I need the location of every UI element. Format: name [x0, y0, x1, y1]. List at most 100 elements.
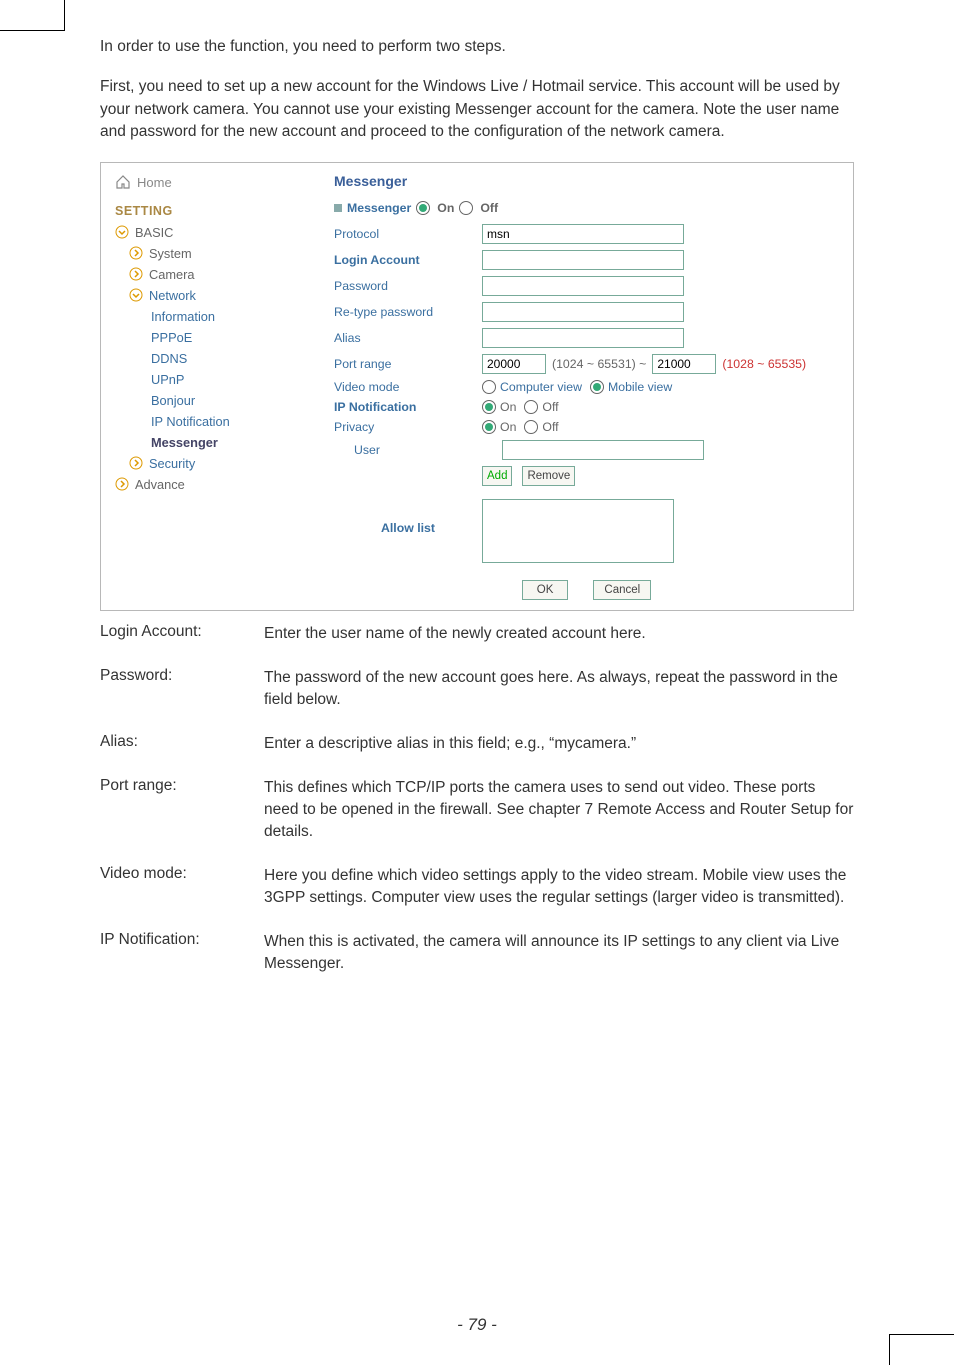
- home-label: Home: [137, 175, 172, 190]
- square-bullet-icon: [334, 204, 342, 212]
- nav-messenger-label: Messenger: [151, 435, 218, 450]
- chevron-down-icon: [115, 225, 129, 239]
- def-alias-key: Alias:: [100, 733, 264, 755]
- chevron-right-icon: [129, 456, 143, 470]
- nav-advance-label: Advance: [135, 477, 185, 492]
- chevron-down-icon: [129, 288, 143, 302]
- def-port-val: This defines which TCP/IP ports the came…: [264, 777, 854, 843]
- remove-button[interactable]: Remove: [522, 466, 575, 486]
- def-password-key: Password:: [100, 667, 264, 711]
- nav-ipnotif-label: IP Notification: [151, 414, 230, 429]
- messenger-off-radio[interactable]: [459, 201, 473, 215]
- chevron-right-icon: [129, 267, 143, 281]
- intro-p1: In order to use the function, you need t…: [100, 36, 854, 58]
- privacy-off-radio[interactable]: [524, 420, 538, 434]
- privacy-on-radio[interactable]: [482, 420, 496, 434]
- nav-bonjour[interactable]: Bonjour: [101, 390, 326, 411]
- off-label: Off: [480, 201, 498, 215]
- def-port-key: Port range:: [100, 777, 264, 843]
- nav-camera[interactable]: Camera: [101, 264, 326, 285]
- password-label: Password: [334, 279, 482, 293]
- retype-input[interactable]: [482, 302, 684, 322]
- privacy-off-label: Off: [540, 420, 558, 434]
- protocol-label: Protocol: [334, 227, 482, 241]
- nav-pppoe[interactable]: PPPoE: [101, 327, 326, 348]
- privacy-label: Privacy: [334, 420, 482, 434]
- nav-security[interactable]: Security: [101, 453, 326, 474]
- nav-system[interactable]: System: [101, 243, 326, 264]
- nav-ddns[interactable]: DDNS: [101, 348, 326, 369]
- ip-notification-label: IP Notification: [334, 400, 482, 414]
- page-number: - 79 -: [0, 1315, 954, 1335]
- add-button[interactable]: Add: [482, 466, 512, 486]
- password-input[interactable]: [482, 276, 684, 296]
- nav-information-label: Information: [151, 309, 215, 324]
- nav-ipnotif[interactable]: IP Notification: [101, 411, 326, 432]
- chevron-right-icon: [129, 246, 143, 260]
- crop-mark-tl: [0, 0, 65, 31]
- port-end-input[interactable]: [652, 354, 716, 374]
- nav-security-label: Security: [149, 456, 195, 471]
- allow-list-box[interactable]: [482, 499, 674, 563]
- video-mode-label: Video mode: [334, 380, 482, 394]
- nav-pppoe-label: PPPoE: [151, 330, 192, 345]
- nav-network[interactable]: Network: [101, 285, 326, 306]
- form-panel: Messenger Messenger On Off Protocol Logi…: [326, 163, 853, 610]
- nav-upnp-label: UPnP: [151, 372, 184, 387]
- def-video-key: Video mode:: [100, 865, 264, 909]
- ipnotif-off-radio[interactable]: [524, 400, 538, 414]
- nav-system-label: System: [149, 246, 192, 261]
- chevron-right-icon: [115, 477, 129, 491]
- nav-ddns-label: DDNS: [151, 351, 187, 366]
- retype-label: Re-type password: [334, 305, 482, 319]
- port-range-suffix: (1028 ~ 65535): [716, 357, 806, 371]
- nav-network-label: Network: [149, 288, 196, 303]
- form-title: Messenger: [334, 173, 839, 199]
- cancel-button[interactable]: Cancel: [593, 580, 651, 600]
- allow-list-label: Allow list: [334, 499, 482, 535]
- ok-button[interactable]: OK: [522, 580, 569, 600]
- messenger-on-radio[interactable]: [416, 201, 430, 215]
- login-account-label: Login Account: [334, 253, 482, 267]
- home-link[interactable]: Home: [101, 175, 326, 204]
- setting-heading: SETTING: [101, 204, 326, 222]
- def-alias-val: Enter a descriptive alias in this field;…: [264, 733, 854, 755]
- video-computer-radio[interactable]: [482, 380, 496, 394]
- protocol-input[interactable]: [482, 224, 684, 244]
- video-mobile-label: Mobile view: [606, 380, 672, 394]
- def-ipn-key: IP Notification:: [100, 931, 264, 975]
- user-label: User: [334, 443, 502, 457]
- privacy-on-label: On: [498, 420, 524, 434]
- video-computer-label: Computer view: [498, 380, 590, 394]
- nav-basic-label: BASIC: [135, 225, 173, 240]
- nav-advance[interactable]: Advance: [101, 474, 326, 495]
- ipnotif-on-radio[interactable]: [482, 400, 496, 414]
- port-start-input[interactable]: [482, 354, 546, 374]
- home-icon: [115, 175, 131, 189]
- user-input[interactable]: [502, 440, 704, 460]
- definitions: Login Account: Enter the user name of th…: [100, 623, 854, 975]
- port-range-middle: (1024 ~ 65531) ~: [546, 357, 652, 371]
- nav-messenger[interactable]: Messenger: [101, 432, 326, 453]
- nav-upnp[interactable]: UPnP: [101, 369, 326, 390]
- intro-block: In order to use the function, you need t…: [100, 36, 854, 144]
- crop-mark-br: [889, 1334, 954, 1365]
- def-video-val: Here you define which video settings app…: [264, 865, 854, 909]
- def-login-val: Enter the user name of the newly created…: [264, 623, 854, 645]
- video-mobile-radio[interactable]: [590, 380, 604, 394]
- ipnotif-on-label: On: [498, 400, 524, 414]
- section-header: Messenger On Off: [334, 199, 839, 221]
- alias-input[interactable]: [482, 328, 684, 348]
- intro-p2: First, you need to set up a new account …: [100, 76, 854, 143]
- port-range-label: Port range: [334, 357, 482, 371]
- nav-bonjour-label: Bonjour: [151, 393, 195, 408]
- def-ipn-val: When this is activated, the camera will …: [264, 931, 854, 975]
- ipnotif-off-label: Off: [540, 400, 558, 414]
- nav-camera-label: Camera: [149, 267, 195, 282]
- login-account-input[interactable]: [482, 250, 684, 270]
- section-label: Messenger: [347, 201, 411, 215]
- nav-basic[interactable]: BASIC: [101, 222, 326, 243]
- nav-information[interactable]: Information: [101, 306, 326, 327]
- on-label: On: [437, 201, 454, 215]
- sidebar: Home SETTING BASIC System Camera N: [101, 163, 326, 610]
